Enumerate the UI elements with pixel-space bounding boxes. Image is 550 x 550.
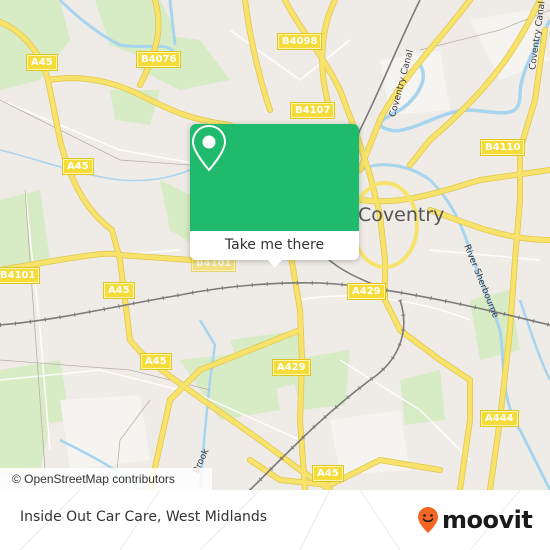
road-label-a45: A45: [26, 54, 58, 71]
road-label-a429: A429: [347, 283, 386, 300]
location-pin-icon: [191, 124, 227, 172]
road-label-a45: A45: [140, 353, 172, 370]
popup-header: [190, 124, 359, 231]
road-label-a45: A45: [103, 282, 135, 299]
road-label-a429: A429: [272, 359, 311, 376]
road-label-a444: A444: [480, 410, 519, 427]
road-label-a45: A45: [62, 158, 94, 175]
moovit-logo[interactable]: moovit: [417, 505, 533, 535]
road-label-b4076: B4076: [135, 51, 182, 68]
location-popup: Take me there: [190, 124, 359, 268]
place-title: Inside Out Car Care, West Midlands: [20, 509, 268, 525]
take-me-there-button[interactable]: Take me there: [190, 231, 359, 260]
moovit-wordmark: moovit: [442, 506, 533, 534]
map[interactable]: A45 B4076 B4098 B4107 B4110 A45 B4101 B4…: [0, 0, 550, 490]
popup-pointer: [267, 259, 283, 268]
road-label-b4107: B4107: [289, 102, 336, 119]
map-attribution[interactable]: © OpenStreetMap contributors: [0, 468, 212, 490]
moovit-face-pin-icon: [418, 507, 438, 533]
road-label-b4101: B4101: [0, 267, 41, 284]
road-label-b4098: B4098: [276, 33, 323, 50]
road-label-b4110: B4110: [479, 139, 526, 156]
road-label-a45: A45: [312, 465, 344, 482]
city-label-coventry: Coventry: [358, 204, 445, 226]
